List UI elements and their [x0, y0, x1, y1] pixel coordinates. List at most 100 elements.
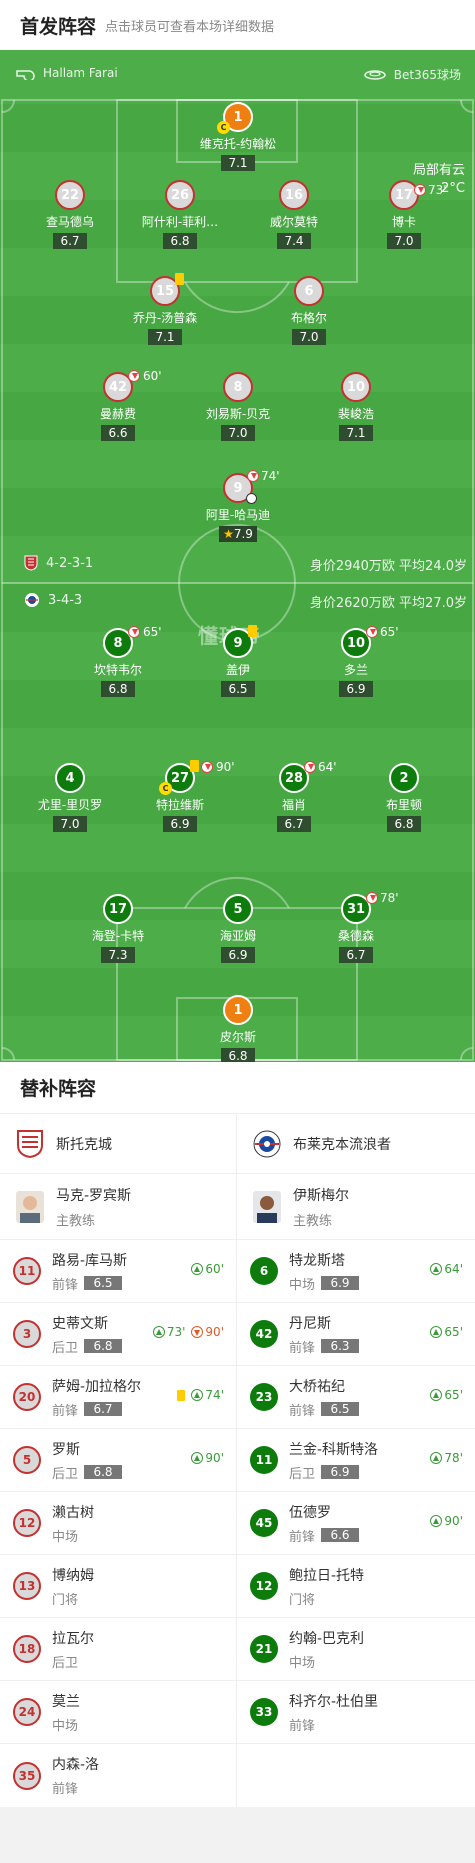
home-player-1[interactable]: 1C 维克托-约翰松 7.1 [188, 102, 288, 171]
sub-row[interactable]: 12 鲍拉日-托特 门将 [237, 1555, 475, 1618]
player-rating: 7.3 [101, 947, 135, 963]
venue-info: Bet365球场 [363, 66, 461, 83]
bottom-spacer [0, 1807, 475, 1857]
sub-rating: 6.5 [84, 1276, 123, 1290]
blackburn-logo-icon [25, 593, 39, 607]
player-rating: 6.7 [339, 947, 373, 963]
away-coach[interactable]: 伊斯梅尔 主教练 [237, 1174, 475, 1240]
sub-number: 6 [250, 1257, 278, 1285]
player-name: 维克托-约翰松 [199, 137, 277, 151]
sub-name: 兰金-科斯特洛 [289, 1441, 379, 1458]
sub-row[interactable]: 11 路易-库马斯 前锋 6.5 60' [0, 1240, 236, 1303]
sub-number: 42 [250, 1320, 278, 1348]
home-player-8[interactable]: 8 刘易斯-贝克 7.0 [188, 372, 288, 441]
sub-position: 后卫 [52, 1466, 79, 1482]
home-team-row[interactable]: 斯托克城 [0, 1114, 236, 1174]
player-rating: 7.4 [277, 233, 311, 249]
yellow-card-icon [248, 625, 257, 637]
home-player-10[interactable]: 10 裴峻浩 7.1 [306, 372, 406, 441]
sub-row[interactable]: 12 濑古树 中场 [0, 1492, 236, 1555]
sub-off-icon [128, 370, 140, 382]
sub-in-event: 64' [430, 1262, 463, 1276]
sub-off-icon [247, 470, 259, 482]
player-rating: 6.8 [101, 681, 135, 697]
away-player-1[interactable]: 1 皮尔斯 6.8 [188, 995, 288, 1062]
sub-in-event: 65' [430, 1388, 463, 1402]
coach-name: 马克-罗宾斯 [56, 1187, 132, 1204]
sub-number: 24 [13, 1698, 41, 1726]
home-player-26[interactable]: 26 阿什利-菲利… 6.8 [130, 180, 230, 249]
sub-in-icon [191, 1452, 204, 1464]
venue-name: Bet365球场 [393, 68, 461, 82]
sub-row[interactable]: 5 罗斯 后卫 6.8 90' [0, 1429, 236, 1492]
sub-row[interactable]: 42 丹尼斯 前锋 6.3 65' [237, 1303, 475, 1366]
player-name: 阿什利-菲利… [141, 215, 219, 229]
player-number: 17 [103, 894, 133, 924]
sub-position: 前锋 [52, 1277, 79, 1293]
away-player-17[interactable]: 17 海登-卡特 7.3 [68, 894, 168, 963]
away-player-2[interactable]: 2 布里顿 6.8 [354, 763, 454, 832]
sub-off-icon [414, 184, 426, 196]
sub-off-icon [366, 892, 378, 904]
captain-icon: C [159, 782, 172, 795]
sub-number: 21 [250, 1635, 278, 1663]
coach-role: 主教练 [293, 1213, 333, 1229]
player-name: 福肖 [281, 798, 306, 812]
home-formation: 4-2-3-1 [24, 555, 93, 571]
sub-out-icon [191, 1326, 204, 1338]
home-player-16[interactable]: 16 威尔莫特 7.4 [244, 180, 344, 249]
away-player-9[interactable]: 9 盖伊 6.5 [188, 628, 288, 697]
sub-minute: 73' [428, 183, 447, 197]
home-player-15[interactable]: 15 乔丹-汤普森 7.1 [115, 276, 215, 345]
sub-rating: 6.8 [84, 1465, 123, 1479]
sub-number: 23 [250, 1383, 278, 1411]
weather-text: 局部有云 [412, 163, 465, 178]
blackburn-logo-icon [253, 1130, 281, 1157]
player-name: 盖伊 [225, 663, 250, 677]
home-player-6[interactable]: 6 布格尔 7.0 [259, 276, 359, 345]
player-rating: 7.0 [53, 816, 87, 832]
sub-position: 中场 [289, 1655, 316, 1671]
sub-row[interactable]: 13 博纳姆 门将 [0, 1555, 236, 1618]
player-name: 多兰 [343, 663, 368, 677]
sub-off-icon [304, 761, 316, 773]
sub-row[interactable]: 20 萨姆-加拉格尔 前锋 6.7 74' [0, 1366, 236, 1429]
coach-role: 主教练 [56, 1213, 96, 1229]
player-number: 16 [279, 180, 309, 210]
sub-row[interactable]: 24 莫兰 中场 [0, 1681, 236, 1744]
sub-row[interactable]: 6 特龙斯塔 中场 6.9 64' [237, 1240, 475, 1303]
player-number: 6 [294, 276, 324, 306]
home-coach[interactable]: 马克-罗宾斯 主教练 [0, 1174, 236, 1240]
away-team-name: 布莱克本流浪者 [293, 1136, 391, 1153]
sub-row[interactable]: 35 内森-洛 前锋 [0, 1744, 236, 1807]
sub-row[interactable]: 45 伍德罗 前锋 6.6 90' [237, 1492, 475, 1555]
sub-minute: 78' [380, 891, 399, 905]
home-team-value: 身价2940万欧 平均24.0岁 [309, 559, 467, 574]
away-player-5[interactable]: 5 海亚姆 6.9 [188, 894, 288, 963]
stoke-logo-icon [24, 555, 38, 571]
away-team-row[interactable]: 布莱克本流浪者 [237, 1114, 475, 1174]
player-rating: ★7.9 [219, 526, 257, 542]
player-rating: 6.7 [53, 233, 87, 249]
player-name: 裴峻浩 [337, 407, 374, 421]
sub-row[interactable]: 3 史蒂文斯 后卫 6.8 73' 90' [0, 1303, 236, 1366]
away-player-4[interactable]: 4 尤里-里贝罗 7.0 [20, 763, 120, 832]
sub-row[interactable]: 23 大桥祐纪 前锋 6.5 65' [237, 1366, 475, 1429]
sub-name: 科齐尔-杜伯里 [289, 1693, 379, 1710]
home-player-9[interactable]: 9 阿里-哈马迪 ★7.9 [188, 473, 288, 542]
player-rating: 7.0 [387, 233, 421, 249]
sub-rating: 6.3 [321, 1339, 360, 1353]
sub-number: 18 [13, 1635, 41, 1663]
home-player-22[interactable]: 22 查马德乌 6.7 [20, 180, 120, 249]
away-player-27[interactable]: 27 C 特拉维斯 6.9 [130, 763, 230, 832]
sub-row[interactable]: 11 兰金-科斯特洛 后卫 6.9 78' [237, 1429, 475, 1492]
lineup-header: 首发阵容 点击球员可查看本场详细数据 [0, 0, 475, 50]
sub-rating: 6.9 [321, 1465, 360, 1479]
sub-rating: 6.9 [321, 1276, 360, 1290]
sub-rating: 6.8 [84, 1339, 123, 1353]
sub-name: 莫兰 [52, 1693, 80, 1710]
sub-row[interactable]: 33 科齐尔-杜伯里 前锋 [237, 1681, 475, 1744]
sub-row[interactable]: 18 拉瓦尔 后卫 [0, 1618, 236, 1681]
sub-row[interactable]: 21 约翰-巴克利 中场 [237, 1618, 475, 1681]
player-name: 阿里-哈马迪 [205, 508, 271, 522]
